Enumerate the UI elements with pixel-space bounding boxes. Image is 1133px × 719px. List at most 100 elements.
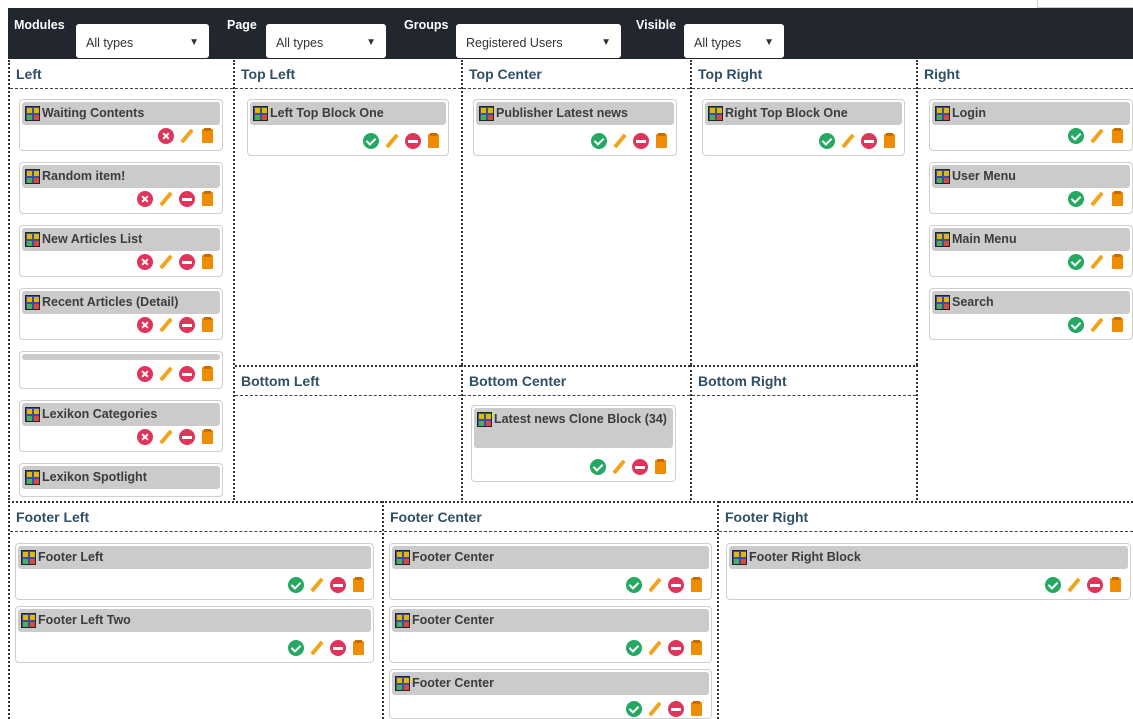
block-header[interactable]: Footer Left Two: [18, 609, 371, 632]
block-header[interactable]: Right Top Block One: [705, 102, 902, 125]
clone-icon[interactable]: [1108, 577, 1124, 593]
block-card[interactable]: Waiting Contents: [19, 99, 223, 151]
page-select[interactable]: All types ▼: [266, 24, 386, 58]
edit-icon[interactable]: [611, 459, 627, 475]
block-header[interactable]: New Articles List: [22, 228, 220, 251]
edit-icon[interactable]: [179, 128, 195, 144]
enabled-icon[interactable]: [1068, 254, 1084, 270]
block-card[interactable]: User Menu: [929, 162, 1133, 214]
block-card[interactable]: Right Top Block One: [702, 99, 905, 156]
block-header[interactable]: Random item!: [22, 165, 220, 188]
block-card[interactable]: New Articles List: [19, 225, 223, 277]
remove-icon[interactable]: [861, 133, 877, 149]
block-card[interactable]: Footer Center: [389, 606, 712, 663]
enabled-icon[interactable]: [363, 133, 379, 149]
block-card[interactable]: Latest news Clone Block (34): [471, 405, 676, 482]
clone-icon[interactable]: [653, 459, 669, 475]
remove-icon[interactable]: [633, 133, 649, 149]
remove-icon[interactable]: [179, 317, 195, 333]
disabled-icon[interactable]: [158, 128, 174, 144]
remove-icon[interactable]: [632, 459, 648, 475]
edit-icon[interactable]: [647, 640, 663, 656]
enabled-icon[interactable]: [1068, 317, 1084, 333]
enabled-icon[interactable]: [626, 701, 642, 717]
block-header[interactable]: Footer Center: [392, 546, 709, 569]
edit-icon[interactable]: [158, 429, 174, 445]
edit-icon[interactable]: [612, 133, 628, 149]
block-header[interactable]: Waiting Contents: [22, 102, 220, 125]
block-header[interactable]: Footer Left: [18, 546, 371, 569]
block-header[interactable]: Footer Center: [392, 609, 709, 632]
clone-icon[interactable]: [200, 254, 216, 270]
block-card[interactable]: Footer Left: [15, 543, 374, 600]
block-header[interactable]: Publisher Latest news: [476, 102, 674, 125]
edit-icon[interactable]: [309, 577, 325, 593]
remove-icon[interactable]: [1087, 577, 1103, 593]
block-card[interactable]: Left Top Block One: [247, 99, 449, 156]
clone-icon[interactable]: [654, 133, 670, 149]
disabled-icon[interactable]: [137, 317, 153, 333]
enabled-icon[interactable]: [590, 459, 606, 475]
enabled-icon[interactable]: [626, 640, 642, 656]
block-card[interactable]: Main Menu: [929, 225, 1133, 277]
remove-icon[interactable]: [330, 640, 346, 656]
disabled-icon[interactable]: [137, 191, 153, 207]
enabled-icon[interactable]: [626, 577, 642, 593]
clone-icon[interactable]: [1110, 317, 1126, 333]
groups-select[interactable]: Registered Users ▼: [456, 24, 621, 58]
clone-icon[interactable]: [200, 317, 216, 333]
remove-icon[interactable]: [179, 429, 195, 445]
block-header[interactable]: [22, 354, 220, 360]
edit-icon[interactable]: [1089, 317, 1105, 333]
edit-icon[interactable]: [158, 254, 174, 270]
remove-icon[interactable]: [668, 701, 684, 717]
edit-icon[interactable]: [158, 366, 174, 382]
disabled-icon[interactable]: [137, 366, 153, 382]
block-card[interactable]: Footer Center: [389, 543, 712, 600]
edit-icon[interactable]: [1089, 254, 1105, 270]
block-card[interactable]: Search: [929, 288, 1133, 340]
clone-icon[interactable]: [1110, 254, 1126, 270]
clone-icon[interactable]: [200, 429, 216, 445]
block-card[interactable]: Publisher Latest news: [473, 99, 677, 156]
block-header[interactable]: Footer Center: [392, 672, 709, 695]
block-card[interactable]: Random item!: [19, 162, 223, 214]
remove-icon[interactable]: [179, 254, 195, 270]
remove-icon[interactable]: [179, 366, 195, 382]
enabled-icon[interactable]: [819, 133, 835, 149]
block-header[interactable]: Left Top Block One: [250, 102, 446, 125]
visible-select[interactable]: All types ▼: [684, 24, 784, 58]
edit-icon[interactable]: [158, 191, 174, 207]
edit-icon[interactable]: [158, 317, 174, 333]
block-card[interactable]: Lexikon Spotlight: [19, 463, 223, 497]
block-header[interactable]: Lexikon Categories: [22, 403, 220, 426]
block-header[interactable]: Lexikon Spotlight: [22, 466, 220, 489]
block-card[interactable]: Recent Articles (Detail): [19, 288, 223, 340]
edit-icon[interactable]: [309, 640, 325, 656]
block-header[interactable]: Search: [932, 291, 1130, 314]
block-card[interactable]: Footer Center: [389, 669, 712, 719]
disabled-icon[interactable]: [137, 429, 153, 445]
clone-icon[interactable]: [200, 128, 216, 144]
enabled-icon[interactable]: [288, 640, 304, 656]
edit-icon[interactable]: [1089, 191, 1105, 207]
enabled-icon[interactable]: [591, 133, 607, 149]
edit-icon[interactable]: [1066, 577, 1082, 593]
block-header[interactable]: User Menu: [932, 165, 1130, 188]
clone-icon[interactable]: [1110, 191, 1126, 207]
block-header[interactable]: Latest news Clone Block (34): [474, 408, 673, 448]
clone-icon[interactable]: [1110, 128, 1126, 144]
clone-icon[interactable]: [426, 133, 442, 149]
remove-icon[interactable]: [330, 577, 346, 593]
block-card[interactable]: Lexikon Categories: [19, 400, 223, 452]
block-card[interactable]: Login: [929, 99, 1133, 151]
disabled-icon[interactable]: [137, 254, 153, 270]
block-header[interactable]: Main Menu: [932, 228, 1130, 251]
block-header[interactable]: Footer Right Block: [729, 546, 1128, 569]
edit-icon[interactable]: [647, 577, 663, 593]
edit-icon[interactable]: [840, 133, 856, 149]
clone-icon[interactable]: [689, 577, 705, 593]
clone-icon[interactable]: [351, 640, 367, 656]
enabled-icon[interactable]: [1045, 577, 1061, 593]
clone-icon[interactable]: [200, 191, 216, 207]
